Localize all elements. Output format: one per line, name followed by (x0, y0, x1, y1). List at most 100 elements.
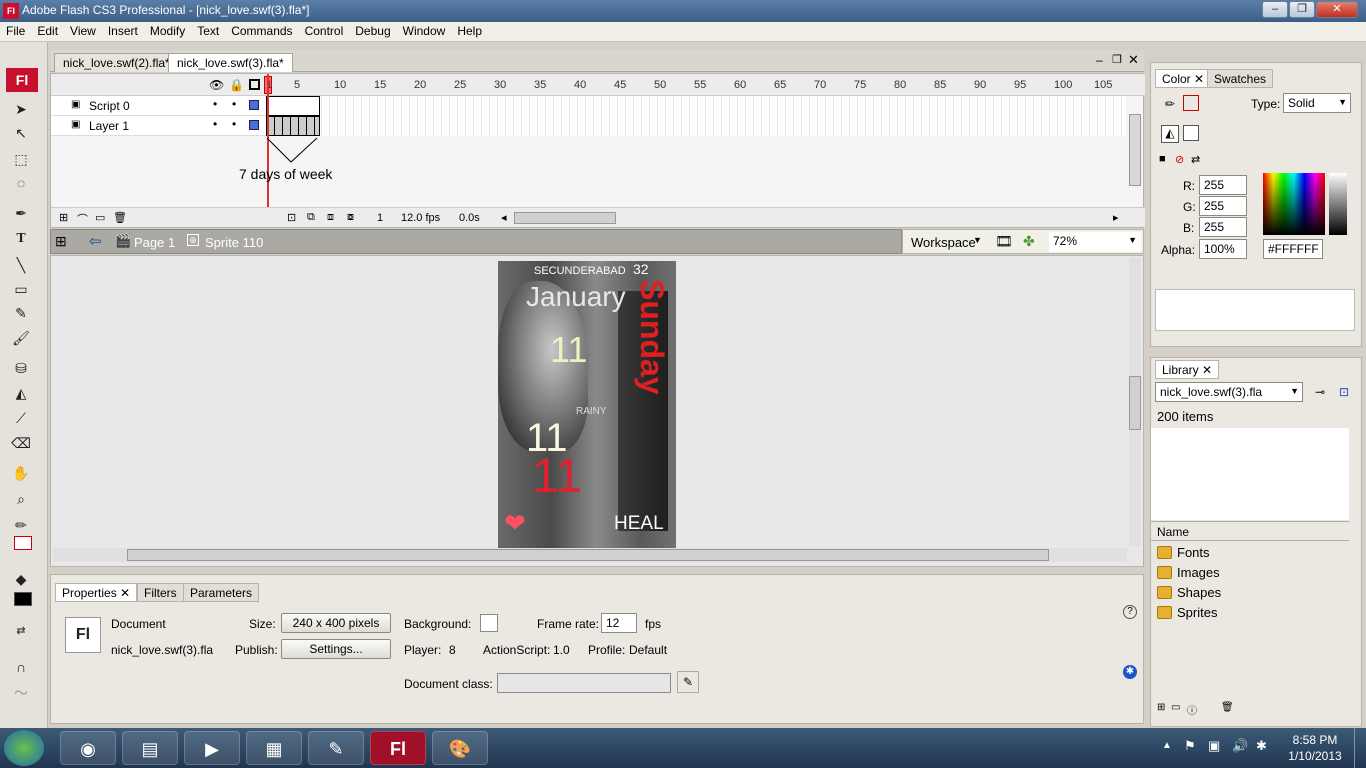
menu-edit[interactable]: Edit (31, 22, 64, 40)
lasso-tool-icon[interactable]: ◌ (10, 172, 32, 194)
clock-date[interactable]: 1/10/2013 (1286, 749, 1344, 763)
bluetooth-icon[interactable]: ✱ (1256, 738, 1267, 754)
zoom-tool-icon[interactable]: ⌕ (10, 488, 32, 510)
tab-nick-love-2[interactable]: nick_love.swf(2).fla* (54, 53, 179, 72)
timeline-toggle-icon[interactable]: ⊞ (55, 233, 67, 250)
layer-color-box[interactable] (249, 120, 259, 130)
close-button[interactable]: ✕ (1316, 1, 1358, 18)
edit-multiple-icon[interactable]: ⧇ (347, 211, 354, 224)
new-library-icon[interactable]: ⊡ (1339, 385, 1349, 399)
layer-row-layer1[interactable]: ▣ Layer 1 • • (51, 116, 266, 136)
blue-input[interactable]: 255 (1199, 217, 1247, 237)
delete-layer-icon[interactable]: 🗑 (113, 211, 127, 224)
chevron-down-icon[interactable]: ▼ (973, 235, 982, 245)
visibility-dot[interactable]: • (213, 117, 217, 131)
fill-color-icon[interactable]: ◆ (10, 568, 32, 590)
alpha-input[interactable]: 100% (1199, 239, 1247, 259)
pencil-edit-icon[interactable]: ✎ (677, 671, 699, 693)
library-doc-select[interactable]: nick_love.swf(3).fla ▼ (1155, 382, 1303, 402)
eraser-tool-icon[interactable]: ⌫ (10, 432, 32, 454)
tab-parameters[interactable]: Parameters (183, 583, 260, 602)
smooth-icon[interactable]: 〜 (10, 682, 32, 704)
frame-grid[interactable] (266, 96, 1126, 136)
brush-tool-icon[interactable]: 🖌 (10, 327, 32, 349)
menu-control[interactable]: Control (299, 22, 350, 40)
paint-icon[interactable]: 🎨 (432, 731, 488, 765)
free-transform-tool-icon[interactable]: ⬚ (10, 148, 32, 170)
subselection-tool-icon[interactable]: ↖ (10, 122, 32, 144)
frame-rate-input[interactable]: 12 (601, 613, 637, 633)
line-tool-icon[interactable]: ╲ (10, 254, 32, 276)
edit-symbol-icon[interactable]: ✤ (1023, 233, 1035, 250)
stage-h-scrollbar[interactable] (53, 548, 1127, 562)
fill-swatch[interactable] (1183, 125, 1199, 141)
scene-name[interactable]: Page 1 (134, 235, 175, 250)
lock-dot[interactable]: • (232, 97, 236, 111)
menu-window[interactable]: Window (397, 22, 452, 40)
hand-tool-icon[interactable]: ✋ (10, 462, 32, 484)
text-tool-icon[interactable]: T (10, 228, 32, 250)
doc-restore-icon[interactable]: ❐ (1112, 53, 1122, 66)
stroke-swatch[interactable] (1183, 95, 1199, 111)
hex-input[interactable]: #FFFFFF (1263, 239, 1323, 259)
tab-filters[interactable]: Filters (137, 583, 184, 602)
scroll-left-icon[interactable]: ◂ (501, 211, 507, 224)
swap-colors-icon[interactable]: ⇄ (1191, 153, 1200, 166)
layer-row-script0[interactable]: ▣ Script 0 • • (51, 96, 266, 116)
list-item[interactable]: Sprites (1155, 603, 1347, 623)
properties-icon[interactable]: ⓘ (1187, 702, 1197, 717)
lock-dot[interactable]: • (232, 117, 236, 131)
action-center-icon[interactable]: ⚑ (1184, 738, 1196, 754)
doc-close-icon[interactable]: ✕ (1128, 52, 1139, 68)
new-symbol-icon[interactable]: ⊞ (1157, 702, 1165, 713)
tab-nick-love-3[interactable]: nick_love.swf(3).fla* (168, 53, 293, 72)
menu-file[interactable]: File (0, 22, 31, 40)
layer-color-box[interactable] (249, 100, 259, 110)
stroke-color-icon[interactable]: ✏ (10, 514, 32, 536)
stage-area[interactable]: SECUNDERABAD 32 January Sunday 11 RAINY … (50, 255, 1144, 567)
notepad-icon[interactable]: ✎ (308, 731, 364, 765)
tab-library[interactable]: Library ✕ (1155, 360, 1220, 379)
selection-tool-icon[interactable]: ➤ (10, 98, 32, 120)
maximize-button[interactable]: ❐ (1289, 1, 1315, 18)
tab-color[interactable]: Color ✕ (1155, 69, 1212, 88)
background-color-swatch[interactable] (480, 614, 498, 632)
workspace-menu[interactable]: Workspace (911, 235, 976, 250)
brightness-slider[interactable] (1329, 173, 1347, 235)
back-arrow-icon[interactable]: ⇦ (89, 232, 102, 250)
clock-time[interactable]: 8:58 PM (1288, 733, 1342, 747)
settings-button[interactable]: Settings... (281, 639, 391, 659)
help-icon[interactable]: ? (1123, 605, 1137, 619)
delete-icon[interactable]: 🗑 (1221, 702, 1234, 713)
fill-color-swatch[interactable] (14, 592, 32, 606)
menu-modify[interactable]: Modify (144, 22, 191, 40)
stage-v-scrollbar[interactable] (1129, 258, 1141, 546)
stroke-color-swatch[interactable] (14, 536, 32, 550)
flash-taskbar-icon[interactable]: Fl (370, 731, 426, 765)
stage-artwork[interactable]: SECUNDERABAD 32 January Sunday 11 RAINY … (498, 261, 676, 549)
ink-bottle-tool-icon[interactable]: ⛁ (10, 357, 32, 379)
swap-colors-icon[interactable]: ⇄ (10, 620, 32, 642)
pen-tool-icon[interactable]: ✒ (10, 202, 32, 224)
tray-expand-icon[interactable]: ▲ (1162, 740, 1172, 751)
menu-insert[interactable]: Insert (102, 22, 144, 40)
name-column-header[interactable]: Name (1151, 521, 1349, 541)
stroke-pencil-icon[interactable]: ✏ (1165, 97, 1175, 111)
motion-guide-icon[interactable]: ⌒ (77, 211, 88, 227)
accessibility-icon[interactable]: ✱ (1123, 665, 1137, 679)
scroll-right-icon[interactable]: ▸ (1113, 211, 1119, 224)
edit-scene-icon[interactable]: 🎞 (995, 233, 1013, 250)
tab-properties[interactable]: Properties ✕ (55, 583, 138, 602)
type-select[interactable]: Solid ▼ (1283, 93, 1351, 113)
menu-debug[interactable]: Debug (349, 22, 396, 40)
eye-icon[interactable]: 👁 (209, 78, 224, 92)
menu-view[interactable]: View (64, 22, 102, 40)
firefox-icon[interactable]: ◉ (60, 731, 116, 765)
pin-icon[interactable]: ⊸ (1315, 385, 1325, 399)
pencil-tool-icon[interactable]: ✎ (10, 302, 32, 324)
file-explorer-icon[interactable]: ▤ (122, 731, 178, 765)
list-item[interactable]: Images (1155, 563, 1347, 583)
size-button[interactable]: 240 x 400 pixels (281, 613, 391, 633)
tab-swatches[interactable]: Swatches (1207, 69, 1274, 88)
list-item[interactable]: Fonts (1155, 543, 1347, 563)
